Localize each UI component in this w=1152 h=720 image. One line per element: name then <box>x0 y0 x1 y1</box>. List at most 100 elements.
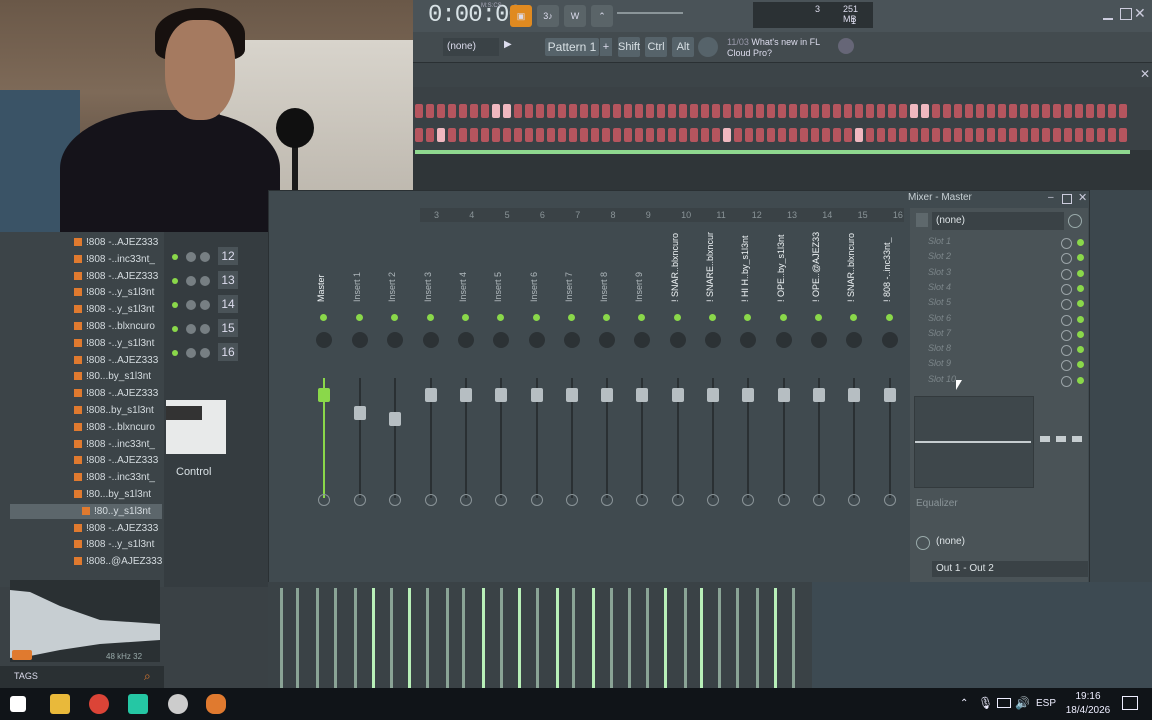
step-button[interactable] <box>866 128 874 142</box>
news-icon[interactable] <box>698 37 718 57</box>
step-sequencer-row-2[interactable] <box>415 128 1130 142</box>
step-button[interactable] <box>932 104 940 118</box>
file-explorer-icon[interactable] <box>50 694 70 714</box>
piano-roll-note[interactable] <box>536 588 539 688</box>
eq-band-1-fader[interactable] <box>1040 436 1050 442</box>
piano-roll-note[interactable] <box>316 588 319 688</box>
channel-knob[interactable] <box>200 300 210 310</box>
step-button[interactable] <box>712 104 720 118</box>
step-button[interactable] <box>503 104 511 118</box>
pan-knob[interactable] <box>528 332 545 348</box>
step-button[interactable] <box>1053 128 1061 142</box>
volume-fader[interactable] <box>495 388 508 402</box>
step-button[interactable] <box>558 128 566 142</box>
mixer-strip[interactable]: Insert 7 <box>556 228 588 578</box>
browser-item[interactable]: !808 -..y_s1l3nt <box>74 338 154 349</box>
step-button[interactable] <box>525 128 533 142</box>
browser-item[interactable]: !808 -..blxncuro <box>74 321 155 332</box>
step-button[interactable] <box>745 104 753 118</box>
browser-item[interactable]: !808 -..AJEZ333 <box>74 455 158 466</box>
channel-knob[interactable] <box>186 252 196 262</box>
step-button[interactable] <box>668 128 676 142</box>
step-button[interactable] <box>503 128 511 142</box>
volume-fader[interactable] <box>671 388 684 402</box>
step-button[interactable] <box>536 128 544 142</box>
step-button[interactable] <box>844 128 852 142</box>
fx-slot[interactable]: Slot 6 <box>928 313 1084 327</box>
slot-mix-knob[interactable] <box>1061 283 1072 295</box>
step-button[interactable] <box>602 128 610 142</box>
slot-enable-led[interactable] <box>1077 376 1084 384</box>
pan-knob[interactable] <box>457 332 474 348</box>
step-button[interactable] <box>1108 104 1116 118</box>
volume-fader[interactable] <box>530 388 543 402</box>
piano-roll-note[interactable] <box>446 588 449 688</box>
step-button[interactable] <box>778 104 786 118</box>
piano-roll-note[interactable] <box>646 588 649 688</box>
step-button[interactable] <box>1053 104 1061 118</box>
mixer-strip[interactable]: ! OPE..by_s1l3nt <box>768 228 800 578</box>
send-knob[interactable] <box>389 494 402 506</box>
browser-item[interactable]: !808 -..AJEZ333 <box>74 388 158 399</box>
step-button[interactable] <box>536 104 544 118</box>
strip-enable-led[interactable] <box>603 314 611 321</box>
browser-item[interactable]: !808 -..AJEZ333 <box>74 237 158 248</box>
step-button[interactable] <box>470 104 478 118</box>
send-knob[interactable] <box>883 494 896 506</box>
mixer-strip[interactable]: Insert 3 <box>415 228 447 578</box>
send-knob[interactable] <box>671 494 684 506</box>
channel-number[interactable]: 16 <box>218 343 238 361</box>
piano-roll-note[interactable] <box>572 588 575 688</box>
tags-label[interactable]: TAGS <box>14 671 38 681</box>
strip-enable-led[interactable] <box>497 314 505 321</box>
pan-knob[interactable] <box>599 332 616 348</box>
pan-knob[interactable] <box>352 332 368 348</box>
slot-enable-led[interactable] <box>1077 269 1084 277</box>
browser-item[interactable]: !808..@AJEZ333 <box>74 556 162 567</box>
send-knob[interactable] <box>424 494 437 506</box>
strip-enable-led[interactable] <box>532 314 540 321</box>
step-button[interactable] <box>954 128 962 142</box>
eq-band-2-fader[interactable] <box>1056 436 1066 442</box>
mixer-strip[interactable]: Insert 2 <box>379 228 411 578</box>
slot-mix-knob[interactable] <box>1061 360 1072 372</box>
channel-knob[interactable] <box>172 326 178 332</box>
strip-enable-led[interactable] <box>461 314 469 321</box>
step-button[interactable] <box>459 104 467 118</box>
channel-row[interactable]: 14 <box>172 295 268 315</box>
browser-item[interactable]: !808 -..inc33nt_ <box>74 472 155 483</box>
channel-number[interactable]: 12 <box>218 247 238 265</box>
pan-knob[interactable] <box>881 332 898 348</box>
fx-slot[interactable]: Slot 7 <box>928 328 1084 342</box>
step-button[interactable] <box>976 128 984 142</box>
clock[interactable]: 19:16 18/4/2026 <box>1058 690 1118 718</box>
step-button[interactable] <box>1097 128 1105 142</box>
mixer-close-icon[interactable]: ✕ <box>1078 191 1087 204</box>
pan-knob[interactable] <box>669 332 686 348</box>
step-button[interactable] <box>932 128 940 142</box>
volume-fader[interactable] <box>424 388 437 402</box>
piano-roll-note[interactable] <box>664 588 667 688</box>
settings-gear-icon[interactable] <box>168 694 188 714</box>
song-time-display[interactable]: 0:00:00 <box>428 2 523 29</box>
send-knob[interactable] <box>812 494 825 506</box>
step-button[interactable] <box>657 104 665 118</box>
step-button[interactable] <box>492 128 500 142</box>
step-button[interactable] <box>525 104 533 118</box>
pan-knob[interactable] <box>705 332 721 348</box>
piano-roll-note[interactable] <box>792 588 795 688</box>
step-button[interactable] <box>613 128 621 142</box>
browser-item[interactable]: !808 -..inc33nt_ <box>74 439 155 450</box>
step-button[interactable] <box>514 104 522 118</box>
step-button[interactable] <box>679 104 687 118</box>
slot-enable-led[interactable] <box>1077 284 1084 292</box>
send-knob[interactable] <box>601 494 614 506</box>
step-button[interactable] <box>580 128 588 142</box>
pan-knob[interactable] <box>846 332 863 348</box>
slot-mix-knob[interactable] <box>1061 375 1072 387</box>
browser-item[interactable]: !808 -..y_s1l3nt <box>74 287 154 298</box>
piano-roll-note[interactable] <box>280 588 283 688</box>
fx-slot[interactable]: Slot 9 <box>928 358 1084 372</box>
slot-mix-knob[interactable] <box>1061 253 1072 265</box>
strip-enable-led[interactable] <box>744 314 752 321</box>
